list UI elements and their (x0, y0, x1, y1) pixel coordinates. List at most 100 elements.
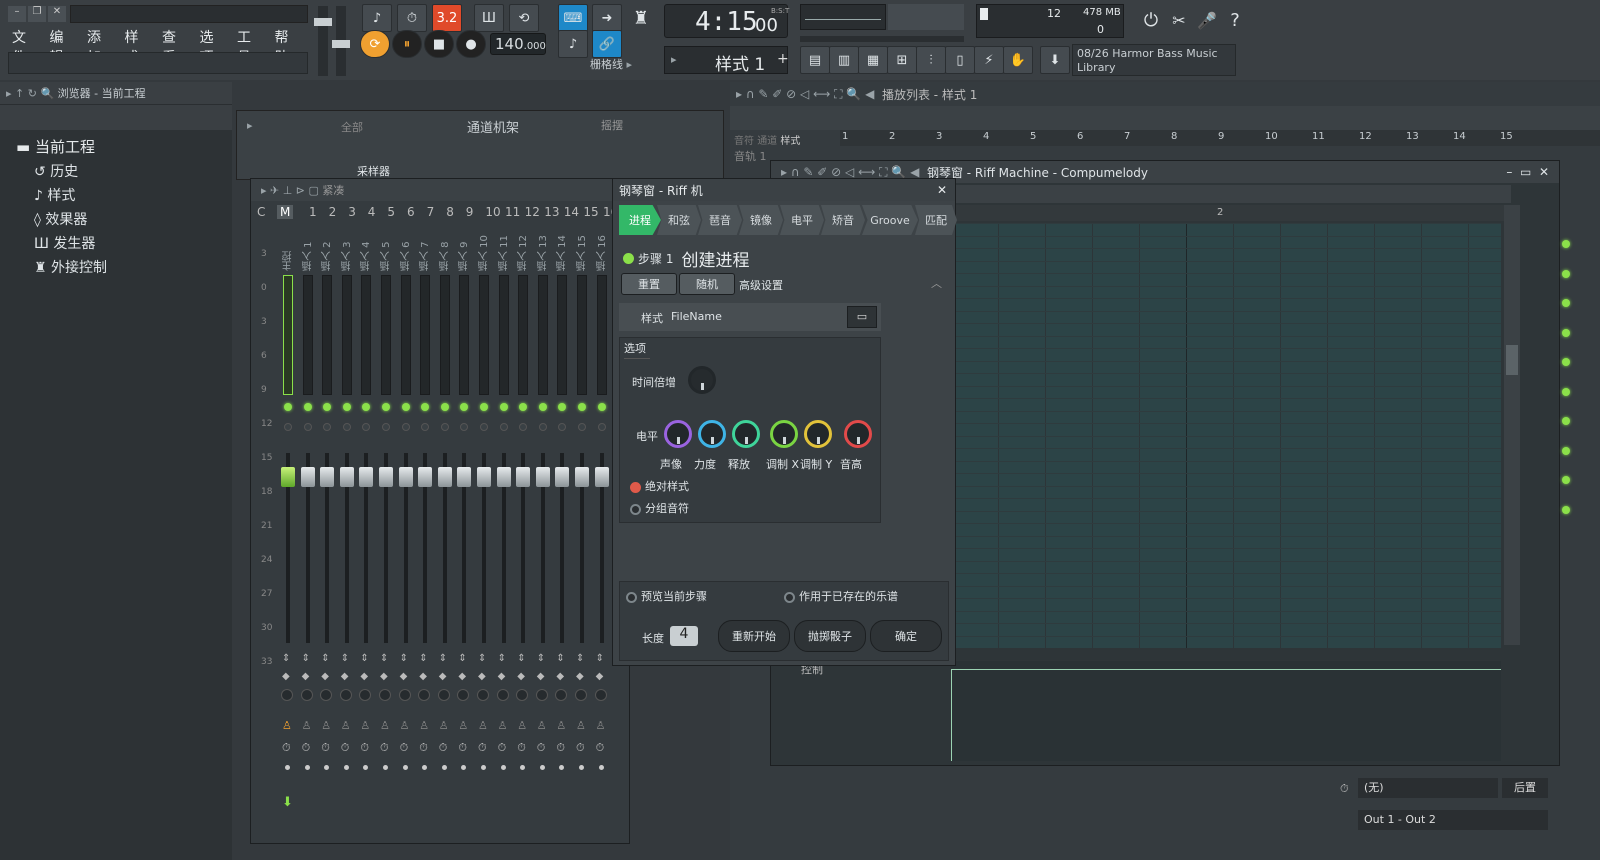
mixer-col-header[interactable]: 5 (387, 205, 395, 219)
knob-1[interactable] (698, 420, 726, 448)
mixer-col-header[interactable]: 2 (329, 205, 337, 219)
mixer-strip[interactable]: 插入 14 ⇕ ◆ ♙ ⏱ (553, 223, 571, 833)
menu-add[interactable]: 添加 (87, 27, 113, 66)
mixer-col-header[interactable]: 1 (309, 205, 317, 219)
mixer-strip[interactable]: 插入 8 ⇕ ◆ ♙ ⏱ (436, 223, 454, 833)
piano-roll-window-button[interactable]: ▦ (858, 46, 888, 74)
mixer-strip[interactable]: 插入 4 ⇕ ◆ ♙ ⏱ (357, 223, 375, 833)
mixer-strip[interactable]: 插入 2 ⇕ ◆ ♙ ⏱ (318, 223, 336, 833)
menu-options[interactable]: 选项 (200, 27, 226, 66)
mixer-col-header[interactable]: 6 (407, 205, 415, 219)
piano-roll-ruler[interactable]: 2 (951, 205, 1511, 221)
minimize-icon[interactable]: – (8, 6, 26, 22)
style-filename[interactable]: FileName (671, 310, 722, 323)
browser-root[interactable]: ▬ 当前工程 (16, 136, 232, 157)
browser-window-button[interactable]: ▯ (945, 46, 975, 74)
tab-fix[interactable]: 矫音 (821, 205, 865, 235)
chevron-up-icon[interactable]: ︿ (931, 275, 942, 291)
knob-4[interactable] (804, 420, 832, 448)
download-icon[interactable]: ⬇ (1040, 46, 1070, 74)
throw-dice-button[interactable]: 抛掷骰子 (794, 620, 866, 652)
step-radio[interactable] (623, 252, 634, 264)
piano-roll-grid[interactable] (951, 223, 1501, 648)
step-edit-button[interactable]: ➜ (592, 4, 622, 32)
panic-button[interactable]: ⏻ (1136, 6, 1166, 34)
mixer-strip[interactable]: 主控 ⇕ ◆ ♙ ⏱ ⬇ (279, 223, 297, 833)
mixer-col-header[interactable]: 13 (544, 205, 559, 219)
channel-rack-window-button[interactable]: ▥ (829, 46, 859, 74)
advanced-settings-link[interactable]: 高级设置 (739, 277, 783, 293)
mixer-col-header[interactable]: 14 (564, 205, 579, 219)
tab-progression[interactable]: 进程 (619, 205, 661, 235)
mixer-strip[interactable]: 插入 10 ⇕ ◆ ♙ ⏱ (475, 223, 493, 833)
input-select[interactable]: (无) (1358, 778, 1498, 798)
countdown-button[interactable]: ♜ (626, 4, 656, 32)
playlist-ruler[interactable]: 1 2 3 4 5 6 7 8 9 10 11 12 13 14 15 (840, 130, 1600, 146)
browser-item-effects[interactable]: ◊ 效果器 (16, 209, 232, 229)
pencil-button[interactable]: ♪ (558, 30, 588, 58)
mixer-strip[interactable]: 插入 12 ⇕ ◆ ♙ ⏱ (514, 223, 532, 833)
metronome-button[interactable]: ♪ (362, 4, 392, 32)
mixer-strip[interactable]: 插入 5 ⇕ ◆ ♙ ⏱ (377, 223, 395, 833)
mixer-col-header[interactable]: M (277, 205, 294, 219)
mixer-col-header[interactable]: 9 (466, 205, 474, 219)
mixer-col-header[interactable]: 10 (485, 205, 500, 219)
song-pattern-toggle[interactable]: ⟳ (360, 30, 390, 58)
restore-icon[interactable]: ❐ (28, 6, 46, 22)
pause-button[interactable]: ⏸ (392, 30, 422, 58)
tab-level[interactable]: 电平 (780, 205, 824, 235)
record-button[interactable]: ● (456, 30, 486, 58)
close-icon[interactable]: ✕ (937, 183, 955, 197)
news-panel[interactable]: 08/26 Harmor Bass Music Library (1072, 44, 1236, 76)
mic-button[interactable]: 🎤 (1192, 6, 1222, 34)
mixer-strip[interactable]: 插入 11 ⇕ ◆ ♙ ⏱ (495, 223, 513, 833)
pattern-selector[interactable]: ▸ 样式 1 + (664, 46, 789, 75)
mixer-col-header[interactable]: 8 (446, 205, 454, 219)
mixer-strip[interactable]: 插入 7 ⇕ ◆ ♙ ⏱ (416, 223, 434, 833)
mixer-col-header[interactable]: 11 (505, 205, 520, 219)
mixer-col-header[interactable]: 7 (427, 205, 435, 219)
mixer-strip[interactable]: 插入 13 ⇕ ◆ ♙ ⏱ (534, 223, 552, 833)
plugin-button[interactable]: ⚡ (974, 46, 1004, 74)
menu-tools[interactable]: 工具 (237, 27, 263, 66)
cut-button[interactable]: ✂ (1164, 6, 1194, 34)
tab-match[interactable]: 匹配 (915, 205, 957, 235)
blend-notes-button[interactable]: Ш (474, 4, 504, 32)
event-editor[interactable] (951, 661, 1501, 761)
mixer-col-header[interactable]: 3 (348, 205, 356, 219)
menu-view[interactable]: 查看 (162, 27, 188, 66)
vertical-scrollbar[interactable] (1504, 205, 1520, 645)
loop-record-button[interactable]: ⟲ (509, 4, 539, 32)
accept-button[interactable]: 确定 (870, 620, 942, 652)
reset-button[interactable]: 重置 (621, 273, 677, 295)
mixer-col-header[interactable]: 15 (583, 205, 598, 219)
mixer-col-header[interactable]: 12 (525, 205, 540, 219)
preview-step-option[interactable]: 预览当前步骤 (626, 588, 707, 604)
typing-keyboard-button[interactable]: ⌨ (558, 4, 588, 32)
mixer-strip[interactable]: 插入 9 ⇕ ◆ ♙ ⏱ (455, 223, 473, 833)
browser-item-generators[interactable]: Ш 发生器 (16, 233, 232, 253)
browser-item-patterns[interactable]: ♪ 样式 (16, 185, 232, 205)
knob-2[interactable] (732, 420, 760, 448)
touch-controller-button[interactable]: ✋ (1003, 46, 1033, 74)
knob-0[interactable] (664, 420, 692, 448)
knob-5[interactable] (844, 420, 872, 448)
wait-input-button[interactable]: ⏱ (397, 4, 427, 32)
mixer-window-button[interactable]: ⊞ (887, 46, 917, 74)
song-position-display[interactable]: 4:15 00 B:S:T (664, 4, 789, 38)
tab-arpeggiate[interactable]: 琶音 (698, 205, 742, 235)
sampler-label[interactable]: 采样器 (357, 163, 390, 179)
group-notes-option[interactable]: 分组音符 (630, 500, 689, 516)
apply-existing-option[interactable]: 作用于已存在的乐谱 (784, 588, 898, 604)
menu-patterns[interactable]: 样式 (125, 27, 151, 66)
mixer-strip[interactable]: 插入 3 ⇕ ◆ ♙ ⏱ (338, 223, 356, 833)
folder-icon[interactable]: ▭ (847, 306, 877, 328)
help-button[interactable]: ? (1220, 6, 1250, 34)
playlist-window-button[interactable]: ▤ (800, 46, 830, 74)
mixer-strip[interactable]: 插入 1 ⇕ ◆ ♙ ⏱ (299, 223, 317, 833)
mixer-col-header[interactable]: C (257, 205, 265, 219)
menu-help[interactable]: 帮助 (275, 27, 301, 66)
mixer-strip[interactable]: 插入 6 ⇕ ◆ ♙ ⏱ (397, 223, 415, 833)
knob-3[interactable] (770, 420, 798, 448)
master-pitch-slider[interactable] (332, 6, 350, 76)
